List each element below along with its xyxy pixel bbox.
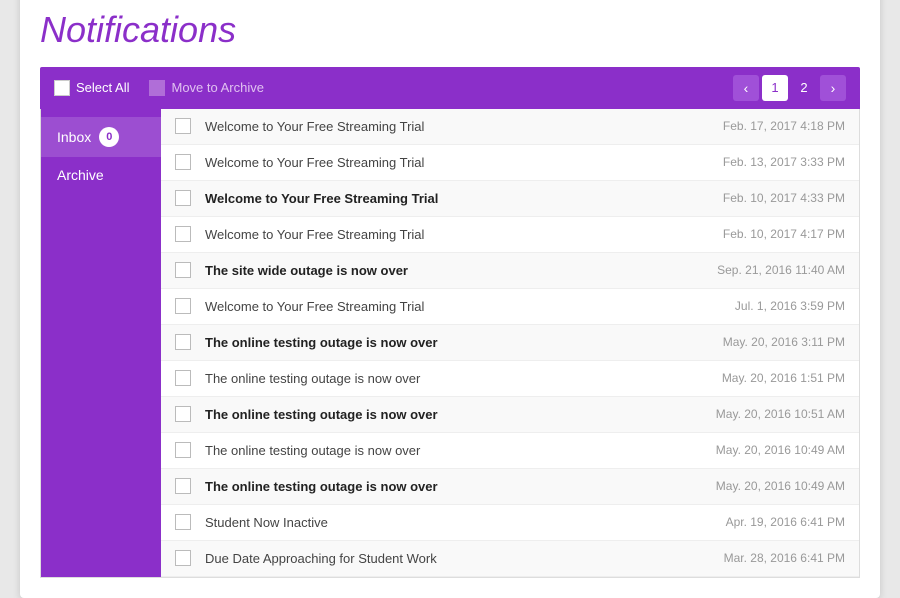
notification-date: Feb. 10, 2017 4:33 PM [723, 191, 845, 205]
notifications-list: Welcome to Your Free Streaming Trial Feb.… [161, 109, 859, 577]
main-card: Notifications Select All Move to Archive… [20, 0, 880, 598]
content-area: Inbox 0 Archive Welcome to Your Free Strea… [40, 109, 860, 578]
notification-row: Welcome to Your Free Streaming Trial Feb.… [161, 145, 859, 181]
notification-text: The online testing outage is now over [205, 479, 706, 494]
notification-row: The online testing outage is now over May… [161, 325, 859, 361]
notification-date: Feb. 17, 2017 4:18 PM [723, 119, 845, 133]
inbox-badge: 0 [99, 127, 119, 147]
notification-text: Welcome to Your Free Streaming Trial [205, 191, 713, 206]
notification-text: The site wide outage is now over [205, 263, 707, 278]
notification-text: The online testing outage is now over [205, 371, 712, 386]
notification-date: May. 20, 2016 1:51 PM [722, 371, 845, 385]
toolbar-left: Select All Move to Archive [54, 80, 733, 96]
notification-text: Welcome to Your Free Streaming Trial [205, 155, 713, 170]
notification-date: Sep. 21, 2016 11:40 AM [717, 263, 845, 277]
toolbar: Select All Move to Archive ‹ 1 2 › [40, 67, 860, 109]
notification-text: Welcome to Your Free Streaming Trial [205, 299, 725, 314]
row-checkbox[interactable] [175, 118, 191, 134]
notification-text: Welcome to Your Free Streaming Trial [205, 227, 713, 242]
notification-date: May. 20, 2016 10:49 AM [716, 443, 845, 457]
notification-text: Student Now Inactive [205, 515, 716, 530]
pagination-prev[interactable]: ‹ [733, 75, 759, 101]
row-checkbox[interactable] [175, 478, 191, 494]
row-checkbox[interactable] [175, 406, 191, 422]
notification-row: The online testing outage is now over May… [161, 469, 859, 505]
row-checkbox[interactable] [175, 262, 191, 278]
select-all-label: Select All [76, 80, 129, 95]
archive-icon [149, 80, 165, 96]
page-title: Notifications [40, 9, 860, 51]
notification-date: May. 20, 2016 3:11 PM [723, 335, 845, 349]
notification-date: Mar. 28, 2016 6:41 PM [724, 551, 845, 565]
sidebar-item-archive[interactable]: Archive [41, 157, 161, 193]
sidebar-item-label: Inbox [57, 129, 91, 145]
select-all-checkbox[interactable] [54, 80, 70, 96]
move-to-archive-button[interactable]: Move to Archive [149, 80, 264, 96]
pagination-page-1[interactable]: 1 [762, 75, 788, 101]
notification-row: The online testing outage is now over May… [161, 361, 859, 397]
move-archive-label: Move to Archive [171, 80, 264, 95]
notification-row: The site wide outage is now over Sep. 21,… [161, 253, 859, 289]
row-checkbox[interactable] [175, 190, 191, 206]
notification-row: The online testing outage is now over May… [161, 397, 859, 433]
notification-text: The online testing outage is now over [205, 335, 713, 350]
notification-row: Welcome to Your Free Streaming Trial Jul.… [161, 289, 859, 325]
sidebar-item-inbox[interactable]: Inbox 0 [41, 117, 161, 157]
notification-date: May. 20, 2016 10:51 AM [716, 407, 845, 421]
notification-row: Welcome to Your Free Streaming Trial Feb.… [161, 181, 859, 217]
pagination-next[interactable]: › [820, 75, 846, 101]
sidebar-item-label: Archive [57, 167, 104, 183]
notification-row: Student Now Inactive Apr. 19, 2016 6:41 P… [161, 505, 859, 541]
notification-date: Apr. 19, 2016 6:41 PM [726, 515, 845, 529]
pagination: ‹ 1 2 › [733, 75, 846, 101]
notification-text: Welcome to Your Free Streaming Trial [205, 119, 713, 134]
sidebar: Inbox 0 Archive [41, 109, 161, 577]
notification-row: Welcome to Your Free Streaming Trial Feb.… [161, 109, 859, 145]
pagination-page-2[interactable]: 2 [791, 75, 817, 101]
row-checkbox[interactable] [175, 370, 191, 386]
row-checkbox[interactable] [175, 298, 191, 314]
select-all-area[interactable]: Select All [54, 80, 129, 96]
row-checkbox[interactable] [175, 226, 191, 242]
notification-text: Due Date Approaching for Student Work [205, 551, 714, 566]
notification-date: May. 20, 2016 10:49 AM [716, 479, 845, 493]
notification-date: Feb. 10, 2017 4:17 PM [723, 227, 845, 241]
notification-row: Due Date Approaching for Student Work Mar… [161, 541, 859, 577]
notification-row: Welcome to Your Free Streaming Trial Feb.… [161, 217, 859, 253]
row-checkbox[interactable] [175, 334, 191, 350]
notification-date: Jul. 1, 2016 3:59 PM [735, 299, 845, 313]
row-checkbox[interactable] [175, 154, 191, 170]
notification-row: The online testing outage is now over May… [161, 433, 859, 469]
notification-text: The online testing outage is now over [205, 407, 706, 422]
row-checkbox[interactable] [175, 550, 191, 566]
notification-date: Feb. 13, 2017 3:33 PM [723, 155, 845, 169]
row-checkbox[interactable] [175, 442, 191, 458]
row-checkbox[interactable] [175, 514, 191, 530]
notification-text: The online testing outage is now over [205, 443, 706, 458]
